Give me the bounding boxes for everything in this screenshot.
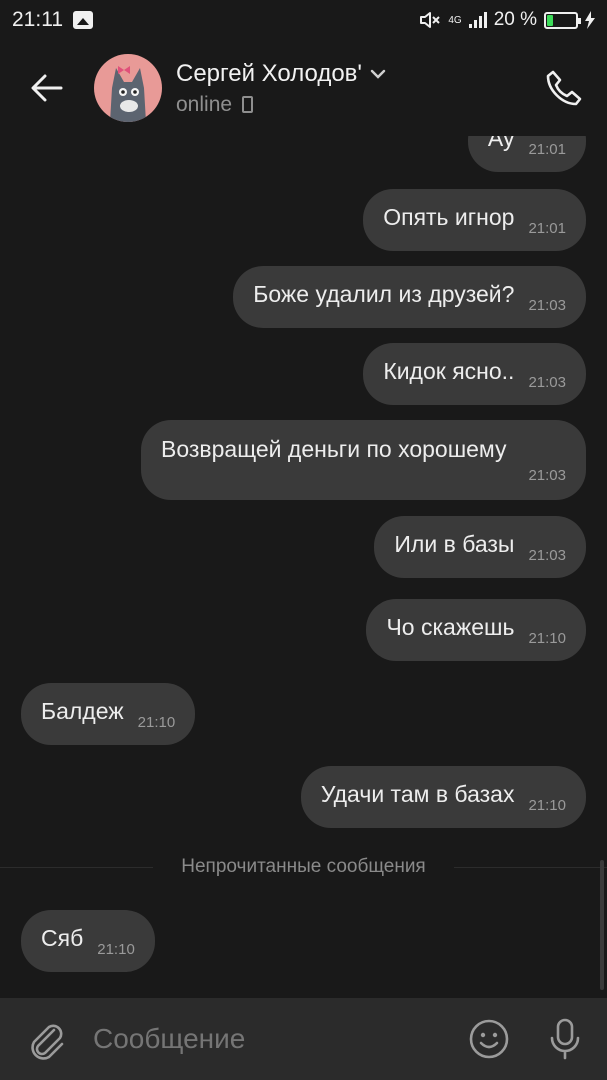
arrow-back-icon [31, 74, 63, 102]
message-bubble[interactable]: Сяб 21:10 [21, 910, 155, 972]
battery-percent: 20 % [493, 9, 537, 30]
status-time: 21:11 [12, 8, 63, 31]
unread-divider: Непрочитанные сообщения [0, 855, 607, 879]
message-text: Удачи там в базах [320, 780, 515, 807]
message-text: Ау [487, 136, 515, 151]
contact-avatar[interactable] [94, 54, 162, 122]
message-text: Чо скажешь [386, 613, 515, 640]
message-bubble[interactable]: Удачи там в базах 21:10 [300, 766, 586, 828]
message-time: 21:10 [137, 713, 176, 731]
message-time: 21:10 [528, 629, 566, 647]
message-time: 21:03 [528, 546, 566, 564]
cat-avatar-image [110, 66, 146, 122]
message-bubble[interactable]: Или в базы 21:03 [374, 516, 586, 578]
message-input[interactable] [92, 1009, 454, 1069]
message-bubble[interactable]: Балдеж 21:10 [21, 683, 196, 745]
message-bubble[interactable]: Возвращей деньги по хорошему 21:03 [141, 420, 586, 500]
contact-name-row[interactable]: Сергей Холодов' [176, 60, 386, 88]
emoji-button[interactable] [454, 998, 524, 1080]
signal-icon [468, 12, 487, 28]
message-bubble[interactable]: Опять игнор 21:01 [363, 189, 586, 251]
message-time: 21:01 [528, 140, 566, 158]
chevron-down-icon [370, 69, 386, 79]
chat-header: Сергей Холодов' online [0, 40, 607, 136]
charging-icon [585, 11, 595, 29]
status-bar: 21:11 4G 20 % [0, 0, 607, 40]
mobile-device-icon [242, 96, 254, 113]
mute-icon [420, 12, 441, 28]
message-text: Сяб [41, 924, 84, 951]
unread-divider-label: Непрочитанные сообщения [181, 856, 426, 877]
message-time: 21:10 [97, 940, 135, 958]
scrollbar[interactable] [600, 860, 604, 990]
message-text: Опять игнор [383, 203, 515, 230]
message-text: Кидок ясно.. [383, 357, 515, 384]
message-text: Или в базы [394, 530, 515, 557]
message-bubble[interactable]: Кидок ясно.. 21:03 [363, 343, 586, 405]
message-composer [0, 998, 607, 1080]
call-button[interactable] [519, 40, 607, 136]
message-list[interactable]: Ау 21:01 Опять игнор 21:01 Боже удалил и… [0, 136, 607, 998]
contact-status: online [176, 92, 233, 116]
battery-icon [544, 11, 581, 29]
message-text: Возвращей деньги по хорошему [161, 436, 507, 462]
contact-name: Сергей Холодов' [176, 59, 363, 87]
message-bubble[interactable]: Боже удалил из друзей? 21:03 [233, 266, 586, 328]
message-time: 21:03 [528, 373, 566, 391]
message-text: Балдеж [41, 697, 124, 724]
microphone-icon [551, 1018, 580, 1060]
message-bubble[interactable]: Чо скажешь 21:10 [366, 599, 586, 661]
message-time: 21:01 [528, 219, 566, 237]
back-button[interactable] [0, 40, 94, 136]
message-bubble[interactable]: Ау 21:01 [467, 136, 586, 172]
message-time: 21:10 [528, 796, 566, 814]
paperclip-icon [31, 1024, 64, 1060]
voice-message-button[interactable] [524, 998, 607, 1080]
smiley-icon [469, 1019, 509, 1059]
message-text: Боже удалил из друзей? [253, 280, 515, 307]
phone-icon [546, 70, 582, 106]
attach-button[interactable] [0, 998, 93, 1080]
network-type-icon: 4G [448, 14, 462, 26]
message-time: 21:03 [528, 296, 566, 314]
message-time: 21:03 [528, 467, 566, 484]
gallery-notification-icon [73, 11, 93, 29]
